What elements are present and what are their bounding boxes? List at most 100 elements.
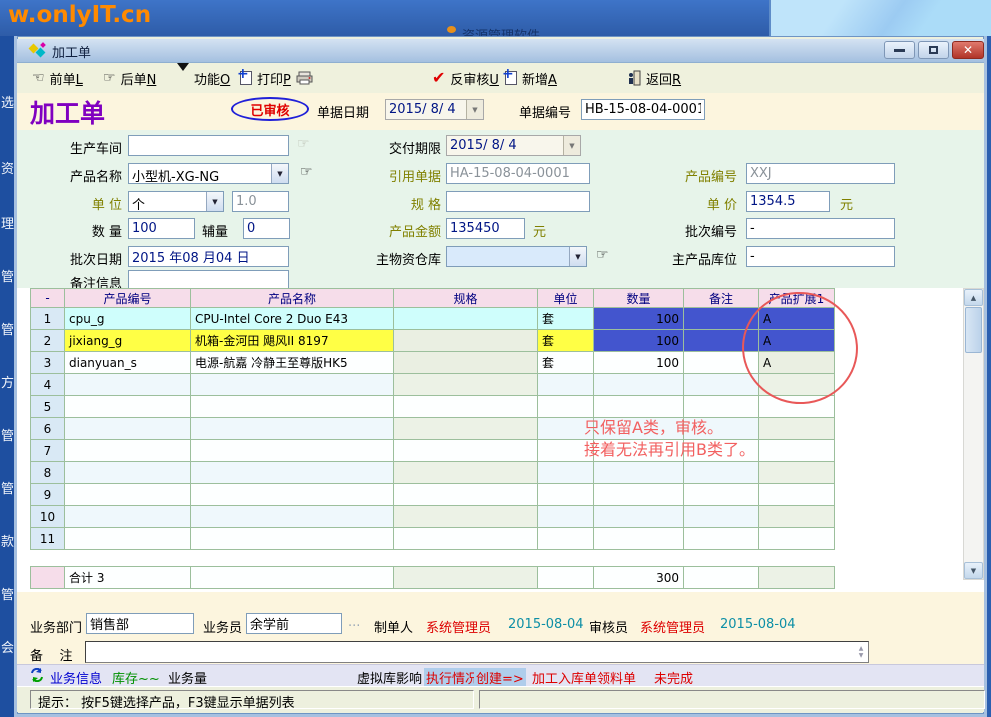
grid-cell[interactable]: [191, 418, 394, 440]
column-header[interactable]: 规格: [394, 289, 538, 308]
grid-cell[interactable]: [191, 440, 394, 462]
grid-cell[interactable]: 100: [594, 352, 684, 374]
grid-cell[interactable]: dianyuan_s: [65, 352, 191, 374]
grid-cell[interactable]: [538, 374, 594, 396]
scroll-down-button[interactable]: ▼: [964, 562, 983, 579]
column-header[interactable]: 数量: [594, 289, 684, 308]
row-number-cell[interactable]: 9: [31, 484, 65, 506]
row-number-cell[interactable]: 8: [31, 462, 65, 484]
grid-cell[interactable]: [538, 506, 594, 528]
grid-cell[interactable]: [538, 462, 594, 484]
grid-cell[interactable]: 100: [594, 330, 684, 352]
grid-cell[interactable]: [191, 484, 394, 506]
grid-cell[interactable]: [394, 418, 538, 440]
grid-cell[interactable]: [684, 506, 759, 528]
grid-cell[interactable]: [394, 484, 538, 506]
ref-doc-input[interactable]: [446, 163, 590, 184]
scroll-up-button[interactable]: ▲: [964, 289, 983, 306]
grid-cell[interactable]: [759, 506, 835, 528]
grid-cell[interactable]: 套: [538, 308, 594, 330]
prev-doc-button[interactable]: ☜ 前单L: [32, 68, 83, 88]
grid-cell[interactable]: [759, 440, 835, 462]
return-button[interactable]: 返回R: [627, 68, 681, 88]
grid-cell[interactable]: [759, 462, 835, 484]
grid-cell[interactable]: CPU-Intel Core 2 Duo E43: [191, 308, 394, 330]
parent-menu-item[interactable]: 方: [1, 372, 14, 391]
grid-cell[interactable]: [684, 528, 759, 550]
grid-cell[interactable]: [684, 374, 759, 396]
grid-cell[interactable]: [191, 506, 394, 528]
parent-menu-item[interactable]: 管理: [1, 319, 14, 338]
grid-cell[interactable]: cpu_g: [65, 308, 191, 330]
grid-cell[interactable]: [594, 374, 684, 396]
next-doc-button[interactable]: ☞ 后单N: [103, 68, 156, 88]
amount-input[interactable]: [446, 218, 525, 239]
row-number-cell[interactable]: 4: [31, 374, 65, 396]
parent-menu-item[interactable]: 管理: [1, 478, 14, 497]
unit-combobox[interactable]: 个▼: [128, 191, 224, 212]
exec-status-link[interactable]: 执行情况: [424, 668, 480, 687]
parent-menu-item[interactable]: 管理: [1, 266, 14, 285]
batch-no-input[interactable]: [746, 218, 895, 239]
close-button[interactable]: ✕: [952, 41, 984, 59]
grid-cell[interactable]: [759, 528, 835, 550]
grid-cell[interactable]: [394, 330, 538, 352]
grid-cell[interactable]: 电源-航嘉 冷静王至尊版HK5: [191, 352, 394, 374]
grid-cell[interactable]: [65, 440, 191, 462]
grid-cell[interactable]: [191, 462, 394, 484]
grid-cell[interactable]: [394, 396, 538, 418]
row-number-cell[interactable]: 7: [31, 440, 65, 462]
column-header[interactable]: 备注: [684, 289, 759, 308]
row-number-cell[interactable]: 3: [31, 352, 65, 374]
create-target-link[interactable]: 加工入库单: [532, 668, 597, 687]
column-header[interactable]: -: [31, 289, 65, 308]
aux-qty-input[interactable]: [243, 218, 290, 239]
grid-cell[interactable]: [594, 506, 684, 528]
add-new-button[interactable]: 新增A: [505, 68, 557, 88]
grid-cell[interactable]: [759, 484, 835, 506]
row-number-cell[interactable]: 11: [31, 528, 65, 550]
grid-cell[interactable]: [65, 484, 191, 506]
grid-cell[interactable]: [684, 462, 759, 484]
grid-cell[interactable]: jixiang_g: [65, 330, 191, 352]
grid-cell[interactable]: [65, 528, 191, 550]
grid-cell[interactable]: [191, 528, 394, 550]
parent-menu-item[interactable]: 理: [1, 213, 14, 232]
vertical-scrollbar[interactable]: ▲ ▼: [963, 288, 984, 580]
minimize-button[interactable]: [884, 41, 915, 59]
grid-cell[interactable]: [65, 462, 191, 484]
grid-cell[interactable]: [394, 308, 538, 330]
grid-cell[interactable]: [394, 528, 538, 550]
doc-no-input[interactable]: [581, 99, 705, 120]
row-number-cell[interactable]: 5: [31, 396, 65, 418]
parent-menu-item[interactable]: 会计: [1, 637, 14, 656]
grid-cell[interactable]: 套: [538, 330, 594, 352]
note-input[interactable]: [85, 641, 869, 663]
create-link[interactable]: 创建=>: [474, 668, 526, 687]
grid-cell[interactable]: 套: [538, 352, 594, 374]
grid-cell[interactable]: [394, 462, 538, 484]
grid-cell[interactable]: [594, 462, 684, 484]
row-number-cell[interactable]: 6: [31, 418, 65, 440]
unit-factor-input[interactable]: [232, 191, 289, 212]
deadline-combobox[interactable]: 2015/ 8/ 4▼: [446, 135, 581, 156]
parent-menu-item[interactable]: 管理: [1, 425, 14, 444]
price-input[interactable]: [746, 191, 830, 212]
parent-menu-item[interactable]: 资: [1, 158, 14, 177]
row-number-cell[interactable]: 2: [31, 330, 65, 352]
grid-cell[interactable]: 机箱-金河田 飓风II 8197: [191, 330, 394, 352]
parent-menu-item[interactable]: 款: [1, 531, 14, 550]
grid-cell[interactable]: [394, 374, 538, 396]
qty-input[interactable]: [128, 218, 195, 239]
picker-hand-icon[interactable]: ☞: [596, 248, 609, 262]
main-warehouse-combobox[interactable]: ▼: [446, 246, 587, 267]
grid-cell[interactable]: [65, 418, 191, 440]
grid-cell[interactable]: [394, 352, 538, 374]
grid-cell[interactable]: [394, 506, 538, 528]
dept-input[interactable]: [86, 613, 194, 634]
business-info-button[interactable]: 业务信息: [50, 668, 102, 687]
spec-input[interactable]: [446, 191, 590, 212]
product-name-combobox[interactable]: 小型机-XG-NG▼: [128, 163, 289, 184]
parent-menu-item[interactable]: 选: [1, 92, 14, 111]
column-header[interactable]: 单位: [538, 289, 594, 308]
